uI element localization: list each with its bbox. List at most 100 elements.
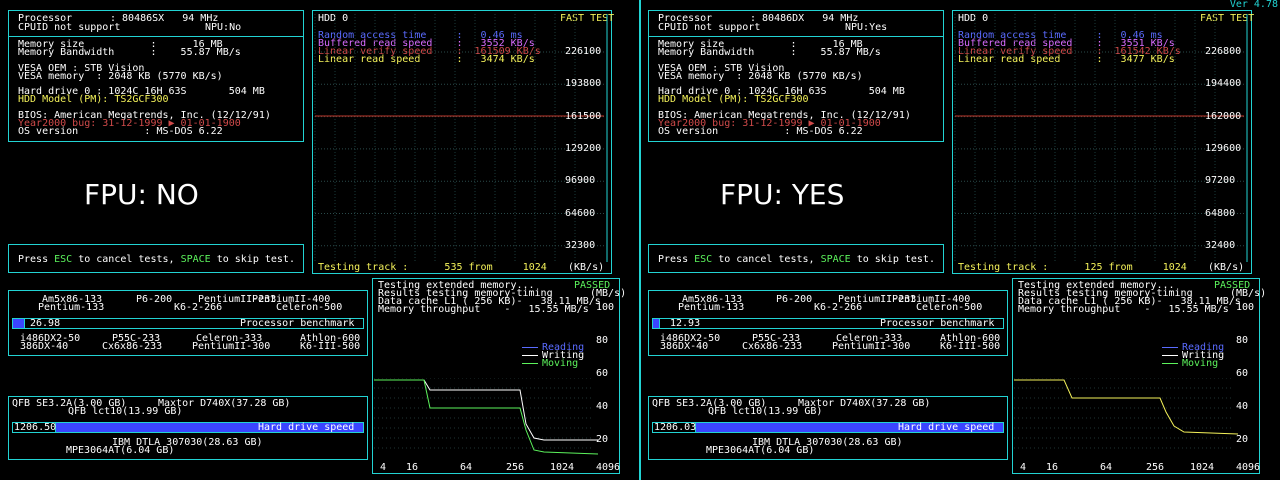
hdd-score: 1206.03 xyxy=(654,422,697,433)
version-label: Ver 4.78 xyxy=(1229,0,1278,10)
hdd-tick-label: 129200 xyxy=(565,142,602,154)
hdd-ref-bottom: MPE3064AT(6.04 GB) xyxy=(66,445,175,456)
hdd-tick-label: 161500 xyxy=(565,110,602,122)
memory-x-tick: 16 xyxy=(1046,462,1059,473)
proc-ref-bottom: K6-III-500 xyxy=(300,341,361,352)
help-cancel: to cancel tests, xyxy=(712,254,821,265)
proc-ref-top: Celeron-500 xyxy=(276,302,343,313)
testing-track: Testing track : 125 from 1024 xyxy=(958,262,1187,273)
processor-bar-fill xyxy=(12,318,25,329)
memory-x-tick: 64 xyxy=(460,462,473,473)
processor-score: 12.93 xyxy=(670,318,701,329)
help-skip: to skip test. xyxy=(850,254,935,265)
hdd-tick-label: 96900 xyxy=(565,175,596,187)
memory-y-tick: 100 xyxy=(1236,302,1255,313)
hdd-score: 1206.50 xyxy=(14,422,57,433)
hdd-tick-label: 162000 xyxy=(1205,110,1242,122)
legend-swatch xyxy=(522,347,538,348)
memory-x-tick: 4096 xyxy=(596,462,621,473)
help-press: Press xyxy=(658,254,695,265)
memory-x-tick: 1024 xyxy=(1190,462,1215,473)
mem-writing-trace xyxy=(374,379,598,441)
hdd-tick-label: 64600 xyxy=(565,207,596,219)
memory-x-tick: 4 xyxy=(1020,462,1027,473)
memory-graph xyxy=(1014,378,1238,449)
help-esc-key: ESC xyxy=(694,254,713,265)
hdd-tick-label: 97200 xyxy=(1205,175,1236,187)
memory-y-tick: 100 xyxy=(596,302,615,313)
os-version: OS version : MS-DOS 6.22 xyxy=(658,126,863,137)
help-space-key: SPACE xyxy=(180,254,211,265)
legend-swatch xyxy=(522,363,538,364)
proc-ref-bottom: PentiumII-300 xyxy=(832,341,911,352)
proc-ref-bottom: 386DX-40 xyxy=(20,341,69,352)
npu-text: NPU:No xyxy=(205,22,242,33)
proc-ref-top: Pentium-133 xyxy=(38,302,105,313)
cpuid-text: CPUID not support xyxy=(658,22,761,33)
legend-moving: Moving xyxy=(542,358,579,369)
processor-value: : 80486DX 94 MHz xyxy=(750,13,859,24)
hdd-tick-label: 64800 xyxy=(1205,207,1236,219)
help-skip: to skip test. xyxy=(210,254,295,265)
proc-ref-top: K6-2-266 xyxy=(814,302,863,313)
proc-ref-top: Pentium-133 xyxy=(678,302,745,313)
hdd-tick-label: 32400 xyxy=(1205,239,1236,251)
proc-ref-top: P6-200 xyxy=(776,294,813,305)
processor-bench-label: Processor benchmark xyxy=(880,318,995,329)
legend-swatch xyxy=(1162,363,1178,364)
fpu-label: FPU: NO xyxy=(84,178,199,211)
memory-y-tick: 80 xyxy=(1236,335,1249,346)
proc-ref-bottom: K6-III-500 xyxy=(940,341,1001,352)
proc-ref-top: P6-200 xyxy=(136,294,173,305)
help-esc-key: ESC xyxy=(54,254,73,265)
memory-x-tick: 64 xyxy=(1100,462,1113,473)
hdd-tick-label: 194400 xyxy=(1205,78,1242,90)
hdd-bench-label: Hard drive speed xyxy=(258,422,355,433)
help-space-key: SPACE xyxy=(820,254,851,265)
left-panel: Processor: 80486SX 94 MHz CPUID not suppo… xyxy=(0,0,640,480)
proc-ref-bottom: PentiumII-300 xyxy=(192,341,271,352)
hdd-tick-label: 193800 xyxy=(565,78,602,90)
memory-x-tick: 1024 xyxy=(550,462,575,473)
legend-swatch xyxy=(522,355,538,356)
proc-ref-bottom: 386DX-40 xyxy=(660,341,709,352)
memory-y-tick: 80 xyxy=(596,335,609,346)
memory-throughput: Memory throughput - 15.55 MB/s xyxy=(378,304,589,315)
legend-swatch xyxy=(1162,355,1178,356)
panel-divider xyxy=(639,0,641,480)
vesa-memory: VESA memory : 2048 KB (5770 KB/s) xyxy=(658,71,863,82)
memory-x-tick: 4 xyxy=(380,462,387,473)
hdd-ref-bottom: MPE3064AT(6.04 GB) xyxy=(706,445,815,456)
memory-x-tick: 256 xyxy=(506,462,525,473)
help-line: Press ESC to cancel tests, SPACE to skip… xyxy=(18,255,295,265)
proc-ref-top: Celeron-500 xyxy=(916,302,983,313)
help-press: Press xyxy=(18,254,55,265)
processor-value: : 80486SX 94 MHz xyxy=(110,13,219,24)
processor-bench-label: Processor benchmark xyxy=(240,318,355,329)
hdd-model: HDD Model (PM): TS2GCF300 xyxy=(18,94,169,105)
memory-x-tick: 256 xyxy=(1146,462,1165,473)
npu-text: NPU:Yes xyxy=(845,22,888,33)
proc-ref-bottom: Cx6x86-233 xyxy=(102,341,163,352)
help-line: Press ESC to cancel tests, SPACE to skip… xyxy=(658,255,935,265)
mem-moving-trace xyxy=(374,379,598,455)
proc-ref-bottom: Cx6x86-233 xyxy=(742,341,803,352)
memory-bandwidth: Memory Bandwidth : 55.87 MB/s xyxy=(658,47,881,58)
memory-x-tick: 16 xyxy=(406,462,419,473)
processor-score: 26.98 xyxy=(30,318,61,329)
processor-bar-fill xyxy=(652,318,660,329)
testing-track: Testing track : 535 from 1024 xyxy=(318,262,547,273)
proc-ref-top: K6-2-266 xyxy=(174,302,223,313)
hdd-tick-label: 226800 xyxy=(1205,46,1242,57)
kbs-unit: (KB/s) xyxy=(568,262,605,273)
vesa-memory: VESA memory : 2048 KB (5770 KB/s) xyxy=(18,71,223,82)
memory-graph xyxy=(374,378,598,455)
memory-x-tick: 4096 xyxy=(1236,462,1261,473)
memory-bandwidth: Memory Bandwidth : 55.87 MB/s xyxy=(18,47,241,58)
memory-throughput: Memory throughput - 15.55 MB/s xyxy=(1018,304,1229,315)
hdd-ref-top: QFB lct10(13.99 GB) xyxy=(68,406,183,417)
right-panel: Processor: 80486DX 94 MHz CPUID not suppo… xyxy=(640,0,1280,480)
hdd-tick-label: 226100 xyxy=(565,46,602,57)
cpuid-text: CPUID not support xyxy=(18,22,121,33)
hdd-ref-top: QFB lct10(13.99 GB) xyxy=(708,406,823,417)
